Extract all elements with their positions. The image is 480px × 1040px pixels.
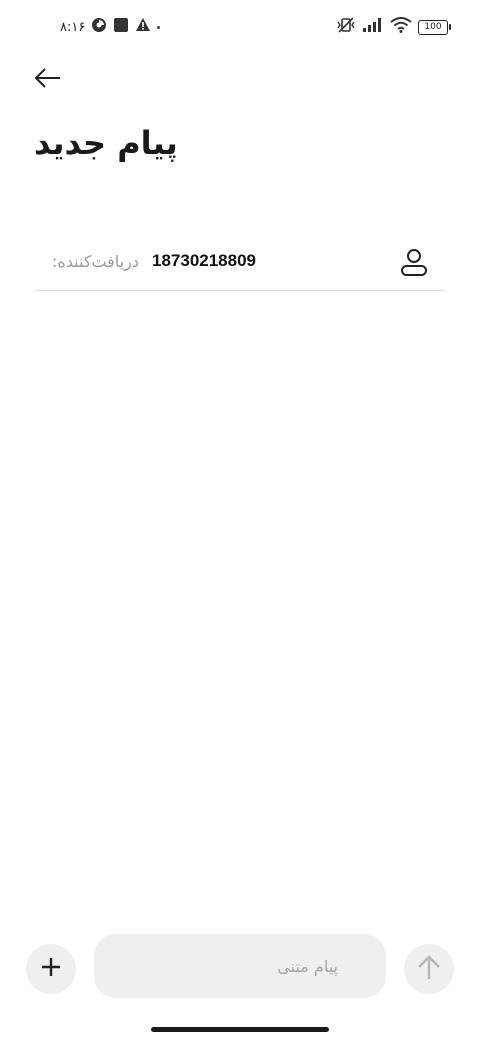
dot-icon — [157, 25, 161, 29]
square-notification-icon — [113, 17, 129, 37]
recipient-number[interactable]: 18730218809 — [152, 251, 256, 271]
home-indicator[interactable] — [151, 1027, 329, 1032]
person-icon — [398, 249, 430, 282]
signal-icon — [362, 17, 384, 37]
contact-picker-button[interactable] — [398, 246, 430, 278]
status-bar: ۸:۱۶ 100 — [0, 0, 480, 56]
message-input[interactable] — [94, 934, 386, 998]
send-button[interactable] — [404, 944, 454, 994]
page-title: پیام جدید — [34, 124, 178, 162]
arrow-up-icon — [416, 953, 442, 985]
status-time: ۸:۱۶ — [60, 19, 86, 35]
wifi-icon — [390, 17, 412, 37]
status-right-group: 100 — [336, 16, 451, 38]
battery-icon: 100 — [418, 19, 451, 35]
warning-icon — [135, 17, 151, 37]
arrow-left-icon — [33, 66, 63, 94]
status-left-group: ۸:۱۶ — [60, 16, 161, 38]
recipient-row[interactable]: دریافت‌کننده: 18730218809 — [36, 236, 444, 291]
vibrate-off-icon — [336, 16, 356, 38]
recipient-label: دریافت‌کننده: — [52, 252, 139, 271]
plus-icon — [39, 955, 63, 983]
add-attachment-button[interactable] — [26, 944, 76, 994]
back-button[interactable] — [30, 62, 66, 98]
data-saver-icon — [91, 17, 107, 37]
